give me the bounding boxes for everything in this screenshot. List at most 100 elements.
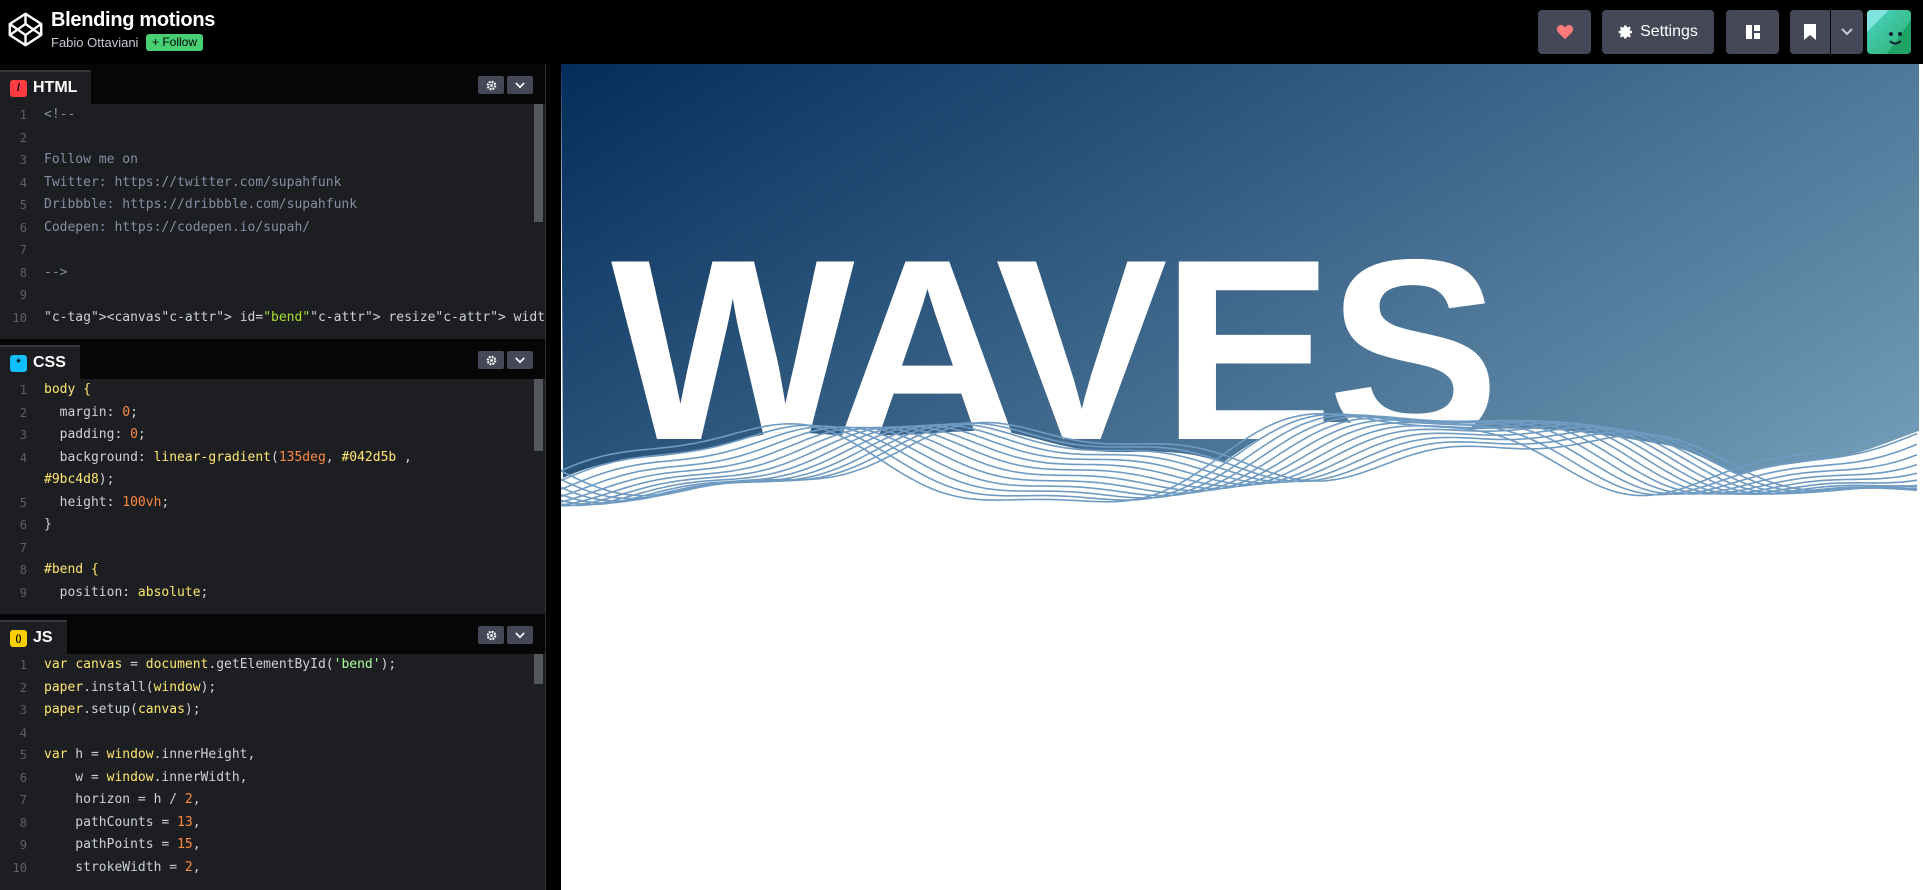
line-text: w = window.innerWidth, (44, 769, 248, 785)
code-line: 6 Codepen: https://codepen.io/supah/ (0, 217, 545, 240)
line-text: #bend { (44, 562, 99, 577)
line-number: 8 (19, 265, 27, 280)
follow-button[interactable]: + Follow (146, 34, 204, 51)
gear-icon (1618, 25, 1633, 39)
js-code[interactable]: 1 var canvas = document.getElementById('b… (0, 654, 545, 879)
line-number: 1 (19, 658, 27, 672)
line-number: 6 (19, 220, 27, 235)
line-number: 7 (19, 540, 27, 555)
code-line: 3 paper.setup(canvas); (0, 699, 545, 722)
html-code[interactable]: 1 <!-- 2 3 Follow me on 4 Twitter: https://twi… (0, 104, 545, 329)
code-line: 9 (0, 284, 545, 307)
settings-button[interactable]: Settings (1602, 10, 1714, 54)
line-text: Follow me on (44, 152, 138, 167)
tab-html[interactable]: / HTML (0, 70, 92, 104)
css-icon: * (10, 354, 27, 372)
preview-canvas: WAVES (561, 64, 1919, 507)
html-collapse-button[interactable] (507, 76, 533, 94)
html-scrollbar[interactable] (534, 104, 543, 222)
bookmark-dropdown-button[interactable] (1831, 10, 1863, 54)
code-line: 6 w = window.innerWidth, (0, 767, 545, 790)
line-text: paper.install(window); (44, 679, 217, 695)
heart-button[interactable] (1538, 10, 1591, 54)
line-text: padding: 0; (44, 427, 146, 442)
avatar-image (1867, 10, 1911, 54)
line-number: 5 (19, 748, 27, 762)
bookmark-button[interactable] (1790, 10, 1830, 54)
pen-title[interactable]: Blending motions (51, 9, 215, 32)
line-text: --> (44, 264, 68, 280)
js-editor: () JS 1 var canvas = document.getElementB… (0, 614, 545, 890)
line-text: var canvas = document.getElementById('be… (44, 657, 397, 672)
code-line: #9bc4d8); (0, 469, 545, 492)
line-text: margin: 0; (44, 404, 138, 420)
line-number: 7 (19, 243, 27, 257)
code-line: 2 margin: 0; (0, 402, 545, 425)
tab-css[interactable]: * CSS (0, 345, 80, 379)
code-line: 1 body { (0, 379, 545, 402)
header: Blending motions Fabio Ottaviani + Follo… (0, 0, 1923, 64)
gear-icon (486, 355, 496, 365)
tab-js[interactable]: () JS (0, 620, 67, 654)
bookmark-icon (1804, 24, 1816, 40)
line-number: 6 (19, 770, 27, 785)
css-scrollbar[interactable] (534, 379, 543, 451)
line-number: 2 (19, 130, 27, 145)
preview-scroll-edge (1919, 64, 1923, 890)
js-collapse-button[interactable] (507, 626, 533, 644)
code-line: 10 "c-tag"><canvas"c-attr"> id="bend""c-a… (0, 307, 545, 330)
code-line: 8 pathCounts = 13, (0, 812, 545, 835)
gear-icon (486, 630, 496, 640)
line-text: paper.setup(canvas); (44, 702, 201, 717)
author-name[interactable]: Fabio Ottaviani (51, 35, 138, 50)
code-line: 4 Twitter: https://twitter.com/supahfunk (0, 172, 545, 195)
line-number: 8 (19, 563, 27, 577)
css-settings-button[interactable] (478, 351, 504, 369)
html-settings-button[interactable] (478, 76, 504, 94)
chevron-down-icon (515, 81, 525, 88)
js-settings-button[interactable] (478, 626, 504, 644)
js-icon: () (10, 629, 27, 647)
code-line: 4 (0, 722, 545, 745)
line-number: 3 (19, 428, 27, 442)
line-text: strokeWidth = 2, (44, 859, 201, 875)
line-number: 10 (12, 310, 27, 325)
css-code[interactable]: 1 body {2 margin: 0; 3 padding: 0; 4 backgr… (0, 379, 545, 604)
line-text: body { (44, 382, 91, 397)
code-line: 8 --> (0, 262, 545, 285)
line-number: 3 (19, 153, 27, 167)
line-text: #9bc4d8); (44, 472, 115, 487)
code-line: 2 (0, 127, 545, 150)
codepen-logo-icon[interactable] (7, 11, 44, 48)
code-line: 5 height: 100vh; (0, 492, 545, 515)
line-number: 7 (19, 793, 27, 807)
line-text: background: linear-gradient(135deg, #042… (44, 449, 412, 465)
preview-pane[interactable]: WAVES (561, 64, 1919, 890)
css-collapse-button[interactable] (507, 351, 533, 369)
code-line: 1 <!-- (0, 104, 545, 127)
html-icon: / (10, 79, 27, 97)
code-line: 6} (0, 514, 545, 537)
line-number: 2 (19, 680, 27, 695)
css-tab-label: CSS (33, 354, 66, 371)
js-scrollbar[interactable] (534, 654, 543, 684)
user-avatar[interactable] (1867, 10, 1911, 54)
chevron-down-icon (515, 631, 525, 638)
line-text: pathCounts = 13, (44, 814, 201, 830)
code-line: 9 position: absolute; (0, 582, 545, 605)
line-number: 9 (19, 288, 27, 302)
line-number: 9 (19, 585, 27, 600)
code-line: 5 Dribbble: https://dribbble.com/supahfun… (0, 194, 545, 217)
line-text: "c-tag"><canvas"c-attr"> id="bend""c-att… (44, 309, 545, 325)
line-number: 10 (12, 860, 27, 875)
line-text: <!-- (44, 107, 76, 122)
line-number: 1 (19, 108, 27, 122)
line-text: Dribbble: https://dribbble.com/supahfunk (44, 197, 358, 212)
code-line: 1 var canvas = document.getElementById('b… (0, 654, 545, 677)
change-view-button[interactable] (1726, 10, 1779, 54)
code-line: 4 background: linear-gradient(135deg, #0… (0, 447, 545, 470)
line-number: 6 (19, 518, 27, 532)
css-editor-header: * CSS (0, 339, 545, 379)
editor-resize-handle[interactable] (545, 64, 561, 890)
code-line: 10 strokeWidth = 2, (0, 857, 545, 880)
